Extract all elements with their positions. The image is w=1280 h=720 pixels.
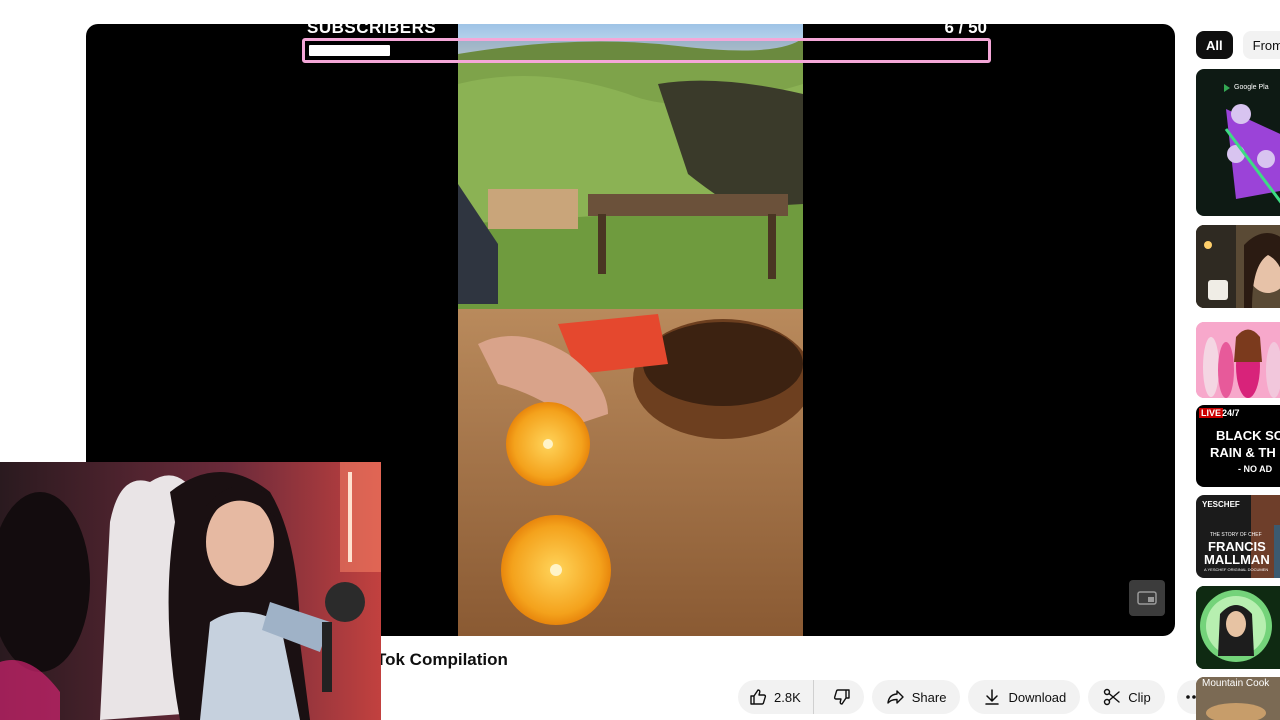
like-count: 2.8K [774, 689, 801, 705]
download-icon [982, 687, 1002, 707]
channel-brand-label: YESCHEF [1202, 500, 1240, 509]
recommended-video-thumbnail[interactable]: Google Pla [1196, 69, 1280, 216]
like-dislike-group: 2.8K [738, 680, 864, 714]
thumbnail-subtitle: - NO AD [1238, 464, 1273, 474]
subscribers-label: SUBSCRIBERS [307, 24, 437, 37]
chip-from[interactable]: From [1242, 31, 1280, 59]
chip-all[interactable]: All [1196, 31, 1233, 59]
thumbnail-text: Google Pla [1234, 84, 1269, 91]
subscribers-progress-fill [309, 45, 390, 56]
thumbs-up-icon [748, 687, 768, 707]
video-frame [458, 24, 803, 636]
channel-watermark-icon[interactable] [1129, 580, 1165, 616]
like-button[interactable]: 2.8K [738, 680, 814, 714]
download-button[interactable]: Download [968, 680, 1081, 714]
thumbnail-text: Mountain Cook [1202, 678, 1270, 689]
thumbnail-subtitle: THE STORY OF CHEF [1210, 532, 1262, 538]
live-badge: LIVE [1199, 408, 1224, 418]
thumbnail-title-line: MALLMAN [1204, 552, 1270, 567]
recommended-video-thumbnail[interactable] [1196, 586, 1280, 669]
recommended-video-thumbnail[interactable]: YESCHEF THE STORY OF CHEF FRANCIS MALLMA… [1196, 495, 1280, 578]
youtube-watch-page: SUBSCRIBERS 6 / 50 Tok Compilation 2.8K [0, 0, 1280, 720]
recommended-video-thumbnail[interactable]: Mountain Cook [1196, 677, 1280, 720]
clip-label: Clip [1128, 689, 1151, 705]
streamer-webcam-overlay [0, 462, 381, 720]
thumbnail-tagline: A YESCHEF ORIGINAL DOCUMEN [1204, 567, 1269, 572]
share-icon [886, 687, 906, 707]
download-label: Download [1008, 689, 1067, 705]
thumbs-down-icon [832, 687, 852, 707]
thumbnail-title-line: BLACK SC [1216, 428, 1280, 443]
recommended-video-thumbnail[interactable] [1196, 225, 1280, 308]
share-button[interactable]: Share [871, 680, 961, 714]
video-actions: 2.8K Share Download Clip [738, 680, 1211, 714]
video-title: Tok Compilation [376, 650, 508, 669]
dislike-button[interactable] [820, 680, 864, 714]
share-label: Share [911, 689, 947, 705]
sidebar-filter-chips: All From [1196, 31, 1280, 59]
subscribers-progress-bar [302, 38, 991, 63]
live-duration-label: 24/7 [1222, 408, 1240, 418]
recommended-video-thumbnail[interactable] [1196, 322, 1280, 398]
scissors-icon [1102, 687, 1122, 707]
subscribers-count: 6 / 50 [944, 24, 987, 37]
clip-button[interactable]: Clip [1088, 680, 1165, 714]
recommended-video-thumbnail[interactable]: LIVE 24/7 BLACK SC RAIN & TH - NO AD [1196, 405, 1280, 487]
thumbnail-title-line: RAIN & TH [1210, 445, 1276, 460]
